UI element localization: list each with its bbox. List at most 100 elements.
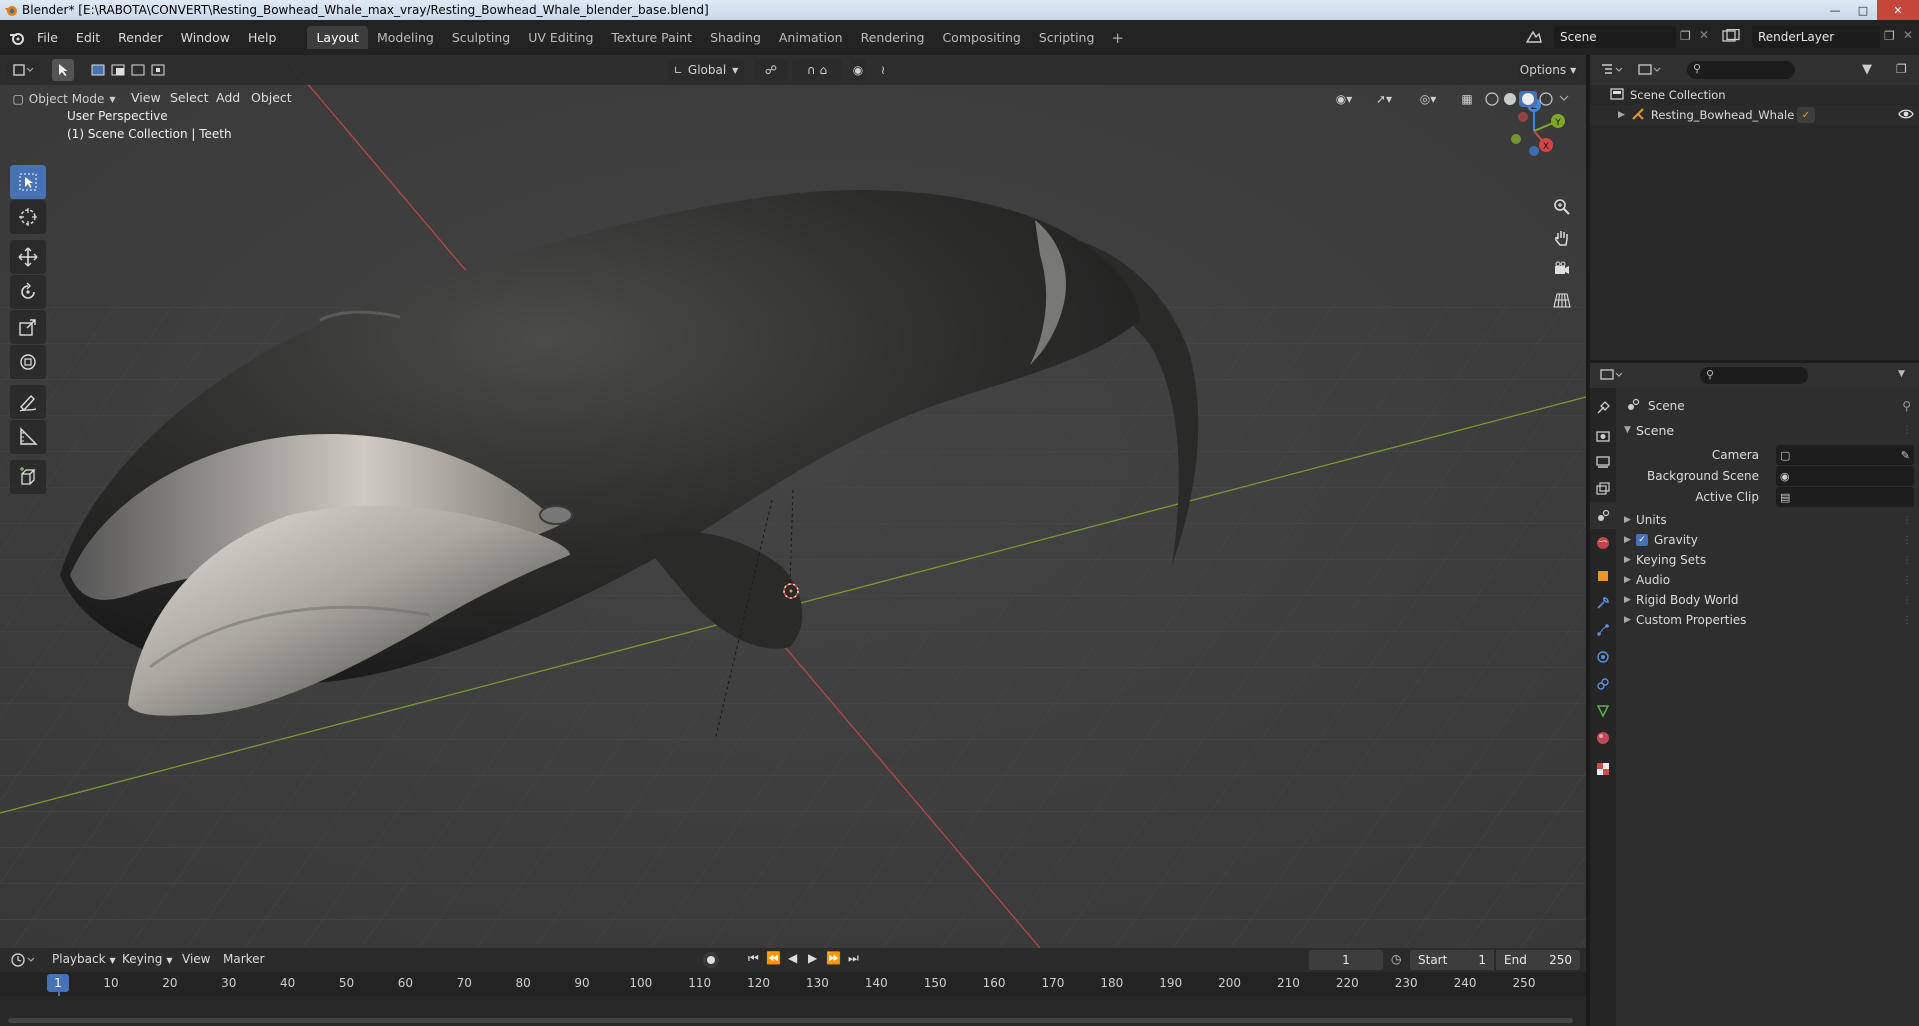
world-tab-icon[interactable] [1590, 529, 1616, 556]
transform-tool[interactable] [10, 345, 46, 379]
panel-rigid-body-world[interactable]: ▶ Rigid Body World ⋮ [1624, 589, 1914, 611]
tab-layout[interactable]: Layout [307, 26, 368, 49]
constraints-tab-icon[interactable] [1590, 670, 1616, 697]
viewport-menu-object[interactable]: Object [251, 90, 292, 105]
pan-hand-icon[interactable] [1548, 224, 1576, 252]
scale-tool[interactable] [10, 310, 46, 344]
perspective-grid-icon[interactable] [1548, 286, 1576, 314]
current-frame-indicator[interactable]: 1 [47, 974, 69, 992]
physics-tab-icon[interactable] [1590, 643, 1616, 670]
pivot-point-icon[interactable]: ☍ [754, 59, 788, 81]
modifier-tab-icon[interactable] [1590, 589, 1616, 616]
add-cube-tool[interactable] [10, 460, 46, 494]
tool-tab-icon[interactable] [1590, 394, 1616, 421]
viewport-menu-select[interactable]: Select [170, 90, 209, 105]
view-layer-tab-icon[interactable] [1590, 475, 1616, 502]
filter-icon[interactable]: ▼ [1862, 62, 1872, 77]
eyedropper-icon[interactable]: ✎ [1901, 449, 1910, 462]
drag-handle-icon[interactable]: ⋮ [1902, 615, 1912, 626]
menu-render[interactable]: Render [109, 30, 172, 45]
outliner-scene-collection[interactable]: Scene Collection [1590, 85, 1919, 105]
scene-type-icon[interactable] [1525, 29, 1543, 48]
gizmo-toggle-icon[interactable]: ➚▾ [1366, 88, 1402, 110]
move-tool[interactable] [10, 240, 46, 274]
end-frame-field[interactable]: End 250 [1496, 950, 1580, 970]
jump-keyframe-back-icon[interactable]: ⏪ [766, 951, 781, 965]
blender-menu-icon[interactable] [6, 31, 28, 45]
outliner-item-whale[interactable]: ▶ Resting_Bowhead_Whale ✓ [1590, 105, 1919, 125]
panel-scene-header[interactable]: ▼ Scene ⋮ [1624, 419, 1914, 441]
background-scene-field[interactable]: ◉ [1776, 466, 1914, 486]
pin-icon[interactable]: ⚲ [1902, 399, 1911, 413]
output-tab-icon[interactable] [1590, 448, 1616, 475]
new-scene-icon[interactable]: ❐ [1680, 29, 1691, 43]
timeline-ruler[interactable]: 1102030405060708090100110120130140150160… [0, 972, 1586, 996]
view-layer-icon[interactable] [1722, 28, 1740, 46]
playback-menu[interactable]: Playback ▼ [52, 952, 116, 966]
panel-keying-sets[interactable]: ▶ Keying Sets ⋮ [1624, 549, 1914, 571]
tab-rendering[interactable]: Rendering [852, 26, 934, 49]
menu-file[interactable]: File [28, 30, 67, 45]
select-box-tool[interactable] [10, 165, 46, 199]
delete-scene-icon[interactable]: ✕ [1699, 28, 1709, 42]
expand-arrow-icon[interactable]: ▶ [1618, 110, 1625, 120]
editor-type-icon[interactable] [6, 59, 40, 81]
tab-compositing[interactable]: Compositing [933, 26, 1029, 49]
outliner-search-input[interactable]: ⚲ [1687, 61, 1795, 79]
properties-editor-type-icon[interactable] [1600, 368, 1624, 385]
display-mode-icon[interactable] [1638, 63, 1662, 80]
viewport-menu-view[interactable]: View [131, 90, 161, 105]
viewport-menu-add[interactable]: Add [216, 90, 240, 105]
panel-audio[interactable]: ▶ Audio ⋮ [1624, 569, 1914, 591]
annotate-tool[interactable] [10, 385, 46, 419]
particles-tab-icon[interactable] [1590, 616, 1616, 643]
timeline-view-menu[interactable]: View [182, 952, 210, 966]
jump-keyframe-forward-icon[interactable]: ⏩ [826, 951, 841, 965]
scene-name-field[interactable]: Scene [1554, 26, 1676, 48]
options-dropdown[interactable]: Options ▼ [1518, 59, 1578, 81]
camera-field[interactable]: ▢ ✎ [1776, 445, 1914, 465]
timeline-track[interactable] [0, 996, 1586, 1026]
tab-scripting[interactable]: Scripting [1030, 26, 1104, 49]
close-icon[interactable]: ✕ [1877, 0, 1919, 20]
tab-modeling[interactable]: Modeling [368, 26, 443, 49]
stopwatch-icon[interactable]: ◷ [1391, 952, 1401, 966]
chevron-down-icon[interactable]: ▼ [1898, 369, 1905, 379]
drag-handle-icon[interactable]: ⋮ [1902, 555, 1912, 566]
measure-tool[interactable] [10, 420, 46, 454]
object-tab-icon[interactable] [1590, 562, 1616, 589]
panel-custom-properties[interactable]: ▶ Custom Properties ⋮ [1624, 609, 1914, 631]
new-collection-icon[interactable]: ❐ [1896, 62, 1907, 76]
start-frame-field[interactable]: Start 1 [1410, 950, 1494, 970]
current-frame-field[interactable]: 1 [1309, 950, 1383, 970]
object-mode-dropdown[interactable]: ▢ Object Mode ▼ [10, 88, 118, 110]
delete-view-layer-icon[interactable]: ✕ [1903, 28, 1913, 42]
jump-start-icon[interactable]: ⏮ [748, 951, 759, 966]
snap-icon[interactable]: ∩ ⌂ [792, 59, 842, 81]
transform-orientation-dropdown[interactable]: ∟ Global ▼ [668, 59, 744, 81]
auto-keying-record-icon[interactable] [703, 952, 719, 968]
gravity-checkbox[interactable]: ✓ [1636, 534, 1648, 546]
visibility-eye-icon[interactable] [1898, 107, 1914, 124]
drag-handle-icon[interactable]: ⋮ [1902, 515, 1912, 526]
drag-handle-icon[interactable]: ⋮ [1902, 425, 1912, 436]
shading-mode-buttons[interactable] [1482, 88, 1582, 110]
minimize-icon[interactable]: — [1821, 0, 1849, 20]
panel-units[interactable]: ▶ Units ⋮ [1624, 509, 1914, 531]
keying-menu[interactable]: Keying ▼ [122, 952, 172, 966]
camera-view-icon[interactable] [1548, 255, 1576, 283]
xray-toggle-icon[interactable]: ▦ [1456, 88, 1478, 110]
outliner-editor-type-icon[interactable] [1600, 63, 1624, 80]
menu-window[interactable]: Window [172, 30, 239, 45]
zoom-icon[interactable] [1548, 193, 1576, 221]
proportional-edit-icon[interactable]: ◉ [850, 59, 866, 81]
active-clip-field[interactable]: ▤ [1776, 487, 1914, 507]
add-workspace-button[interactable]: + [1103, 29, 1132, 47]
tab-texture-paint[interactable]: Texture Paint [602, 26, 701, 49]
select-tool-icon[interactable] [52, 59, 74, 81]
drag-handle-icon[interactable]: ⋮ [1902, 575, 1912, 586]
select-mode-buttons[interactable] [88, 59, 180, 81]
drag-handle-icon[interactable]: ⋮ [1902, 535, 1912, 546]
tab-uv-editing[interactable]: UV Editing [519, 26, 602, 49]
menu-help[interactable]: Help [239, 30, 286, 45]
